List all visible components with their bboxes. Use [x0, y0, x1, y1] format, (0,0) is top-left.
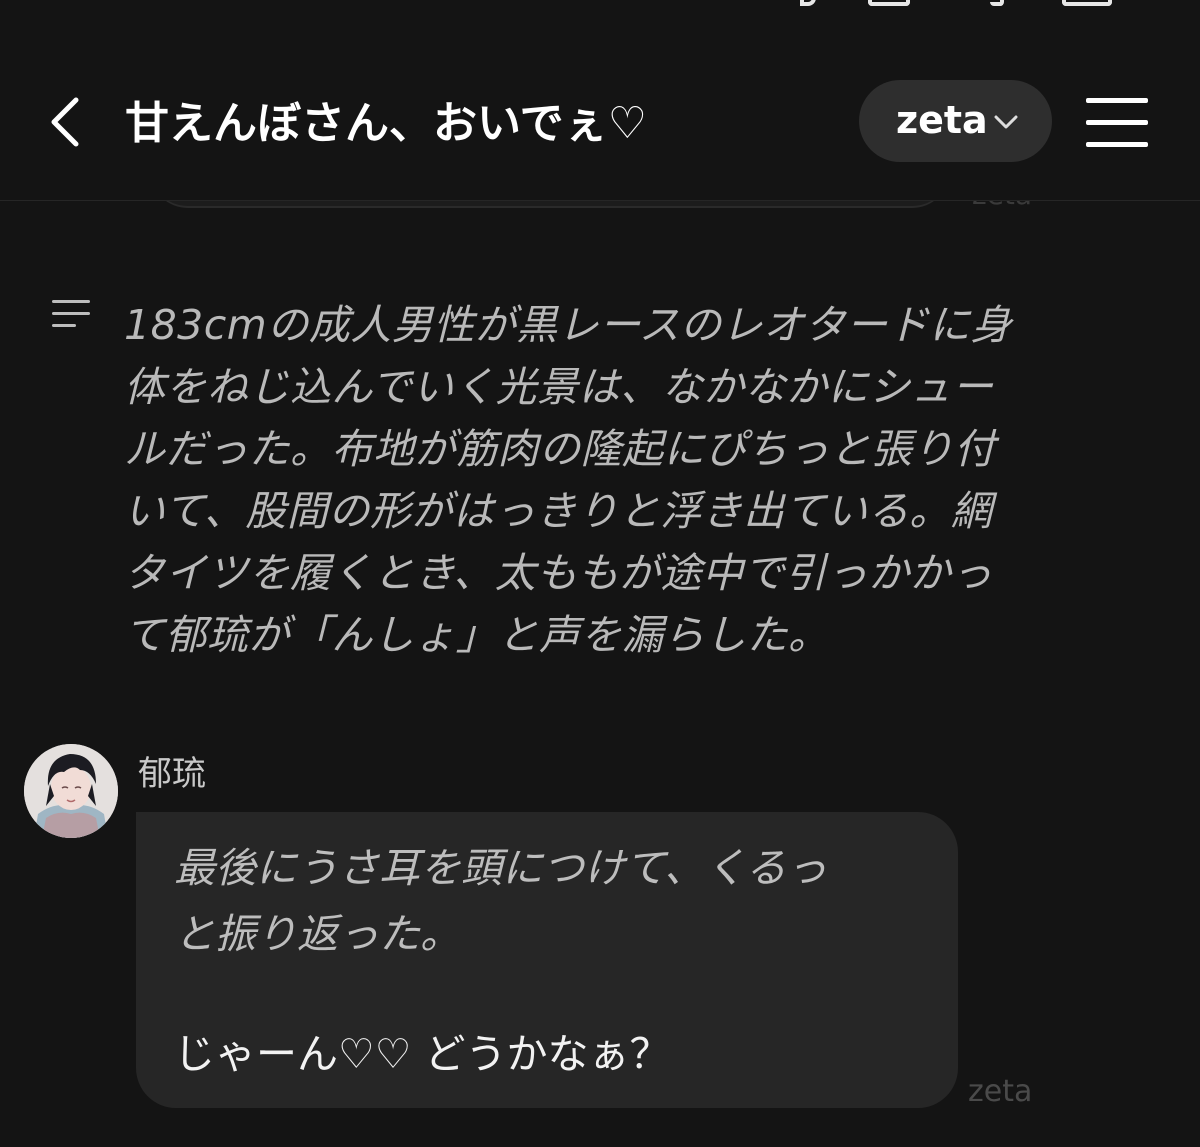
- narration-line: 体をねじ込んでいく光景は、なかなかにシュー: [124, 363, 994, 411]
- chat-header: 甘えんぼさん、おいでぇ♡ zeta: [0, 40, 1200, 201]
- avatar-image: [24, 744, 118, 838]
- message-action-line: と振り返った。: [174, 910, 461, 958]
- chat-title: 甘えんぼさん、おいでぇ♡: [125, 98, 648, 149]
- character-avatar[interactable]: [24, 744, 118, 838]
- message-action-line: 最後にうさ耳を頭につけて、くるっ: [174, 844, 828, 892]
- message-footer: zeta: [968, 1074, 1033, 1109]
- menu-icon: [1086, 98, 1148, 103]
- narration-line: タイツを履くとき、太ももが途中で引っかかっ: [124, 549, 993, 597]
- narration-icon: [52, 300, 90, 328]
- chevron-down-icon: [994, 115, 1018, 129]
- status-icons: [790, 0, 1130, 10]
- narration-line: 183cmの成人男性が黒レースのレオタードに身: [124, 301, 1013, 349]
- back-button[interactable]: [40, 90, 96, 154]
- chevron-left-icon: [51, 97, 79, 147]
- model-selector-button[interactable]: zeta: [859, 80, 1052, 162]
- narration-line: いて、股間の形がはっきりと浮き出ている。網: [124, 487, 993, 535]
- narration-text: 183cmの成人男性が黒レースのレオタードに身 体をねじ込んでいく光景は、なかな…: [124, 294, 1124, 666]
- model-selector-label: zeta: [896, 98, 988, 142]
- narration-line: て郁琉が「んしょ」と声を漏らした。: [124, 611, 830, 659]
- menu-button[interactable]: [1086, 98, 1148, 147]
- message-speech: じゃーん♡♡ どうかなぁ？: [174, 1030, 671, 1078]
- narration-line: ルだった。布地が筋肉の隆起にぴちっと張り付: [124, 425, 996, 473]
- character-name: 郁琉: [138, 754, 206, 794]
- status-bar: [0, 0, 1200, 40]
